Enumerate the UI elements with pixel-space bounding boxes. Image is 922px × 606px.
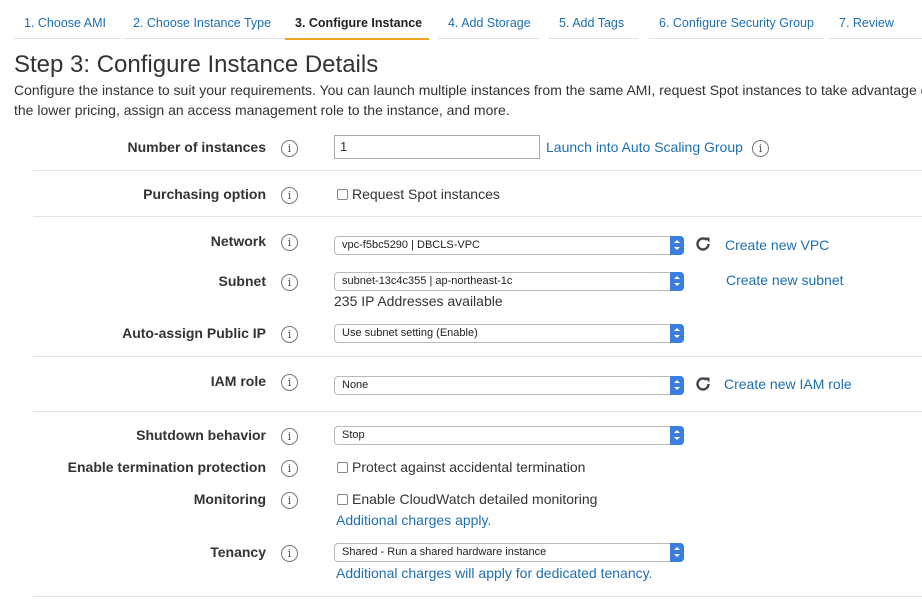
tenancy-select[interactable]: Shared - Run a shared hardware instance <box>334 543 684 562</box>
iam-role-select[interactable]: None <box>334 376 684 395</box>
info-icon[interactable]: i <box>281 274 298 291</box>
info-icon[interactable]: i <box>281 234 298 251</box>
select-arrows-icon <box>670 236 684 255</box>
auto-assign-ip-label: Auto-assign Public IP <box>122 325 266 341</box>
create-new-subnet-link[interactable]: Create new subnet <box>726 272 844 288</box>
info-icon[interactable]: i <box>752 140 769 157</box>
network-select[interactable]: vpc-f5bc5290 | DBCLS-VPC <box>334 236 684 255</box>
auto-assign-ip-select-value: Use subnet setting (Enable) <box>342 327 478 339</box>
number-of-instances-input[interactable]: 1 <box>334 135 540 159</box>
termination-protection-checkbox-label: Protect against accidental termination <box>352 459 586 475</box>
network-select-value: vpc-f5bc5290 | DBCLS-VPC <box>342 239 480 251</box>
select-arrows-icon <box>670 272 684 291</box>
additional-charges-link[interactable]: Additional charges apply. <box>336 512 491 528</box>
divider <box>33 170 922 171</box>
divider <box>33 411 922 412</box>
divider <box>33 356 922 357</box>
auto-assign-ip-select[interactable]: Use subnet setting (Enable) <box>334 324 684 343</box>
divider <box>33 596 922 597</box>
info-icon[interactable]: i <box>281 326 298 343</box>
subnet-select-value: subnet-13c4c355 | ap-northeast-1c <box>342 275 513 287</box>
tenancy-select-value: Shared - Run a shared hardware instance <box>342 546 547 558</box>
cloudwatch-monitoring-checkbox[interactable] <box>337 494 348 505</box>
info-icon[interactable]: i <box>281 428 298 445</box>
refresh-icon[interactable] <box>694 375 712 393</box>
create-new-vpc-link[interactable]: Create new VPC <box>725 237 829 253</box>
info-icon[interactable]: i <box>281 374 298 391</box>
tenancy-label: Tenancy <box>210 544 266 560</box>
monitoring-label: Monitoring <box>193 491 266 507</box>
tab-choose-ami[interactable]: 1. Choose AMI <box>14 0 120 40</box>
termination-checkbox-row[interactable]: Protect against accidental termination <box>337 459 585 475</box>
shutdown-behavior-select[interactable]: Stop <box>334 426 684 445</box>
request-spot-label: Request Spot instances <box>352 186 500 202</box>
network-label: Network <box>210 233 266 249</box>
tab-configure-security-group[interactable]: 6. Configure Security Group <box>649 0 824 40</box>
select-arrows-icon <box>670 426 684 445</box>
shutdown-behavior-select-value: Stop <box>342 429 365 441</box>
monitoring-checkbox-row[interactable]: Enable CloudWatch detailed monitoring <box>337 491 597 507</box>
tab-review[interactable]: 7. Review <box>829 0 922 40</box>
refresh-icon[interactable] <box>694 235 712 253</box>
info-icon[interactable]: i <box>281 545 298 562</box>
tab-add-storage[interactable]: 4. Add Storage <box>438 0 539 40</box>
launch-auto-scaling-link[interactable]: Launch into Auto Scaling Group <box>546 139 743 155</box>
info-icon[interactable]: i <box>281 187 298 204</box>
create-new-iam-role-link[interactable]: Create new IAM role <box>724 376 852 392</box>
select-arrows-icon <box>670 543 684 562</box>
info-icon[interactable]: i <box>281 460 298 477</box>
number-of-instances-label: Number of instances <box>127 139 266 155</box>
tab-choose-instance-type[interactable]: 2. Choose Instance Type <box>123 0 291 40</box>
cloudwatch-monitoring-label: Enable CloudWatch detailed monitoring <box>352 491 598 507</box>
page-title: Step 3: Configure Instance Details <box>14 51 379 78</box>
shutdown-behavior-label: Shutdown behavior <box>136 427 266 443</box>
request-spot-checkbox-row[interactable]: Request Spot instances <box>337 186 500 202</box>
select-arrows-icon <box>670 376 684 395</box>
page-description: Configure the instance to suit your requ… <box>14 82 922 118</box>
purchasing-option-label: Purchasing option <box>143 186 266 202</box>
subnet-label: Subnet <box>218 273 266 289</box>
select-arrows-icon <box>670 324 684 343</box>
tab-configure-instance[interactable]: 3. Configure Instance <box>285 0 429 40</box>
iam-role-label: IAM role <box>210 373 266 389</box>
divider <box>33 216 922 217</box>
subnet-ip-count: 235 IP Addresses available <box>334 293 503 309</box>
info-icon[interactable]: i <box>281 140 298 157</box>
termination-protection-checkbox[interactable] <box>337 462 348 473</box>
iam-role-select-value: None <box>342 379 369 391</box>
termination-protection-label: Enable termination protection <box>67 459 266 475</box>
request-spot-checkbox[interactable] <box>337 189 348 200</box>
wizard-tabs: 1. Choose AMI 2. Choose Instance Type 3.… <box>14 0 922 40</box>
info-icon[interactable]: i <box>281 492 298 509</box>
subnet-select[interactable]: subnet-13c4c355 | ap-northeast-1c <box>334 272 684 291</box>
dedicated-tenancy-charges-link[interactable]: Additional charges will apply for dedica… <box>336 565 652 581</box>
tab-add-tags[interactable]: 5. Add Tags <box>548 0 638 40</box>
